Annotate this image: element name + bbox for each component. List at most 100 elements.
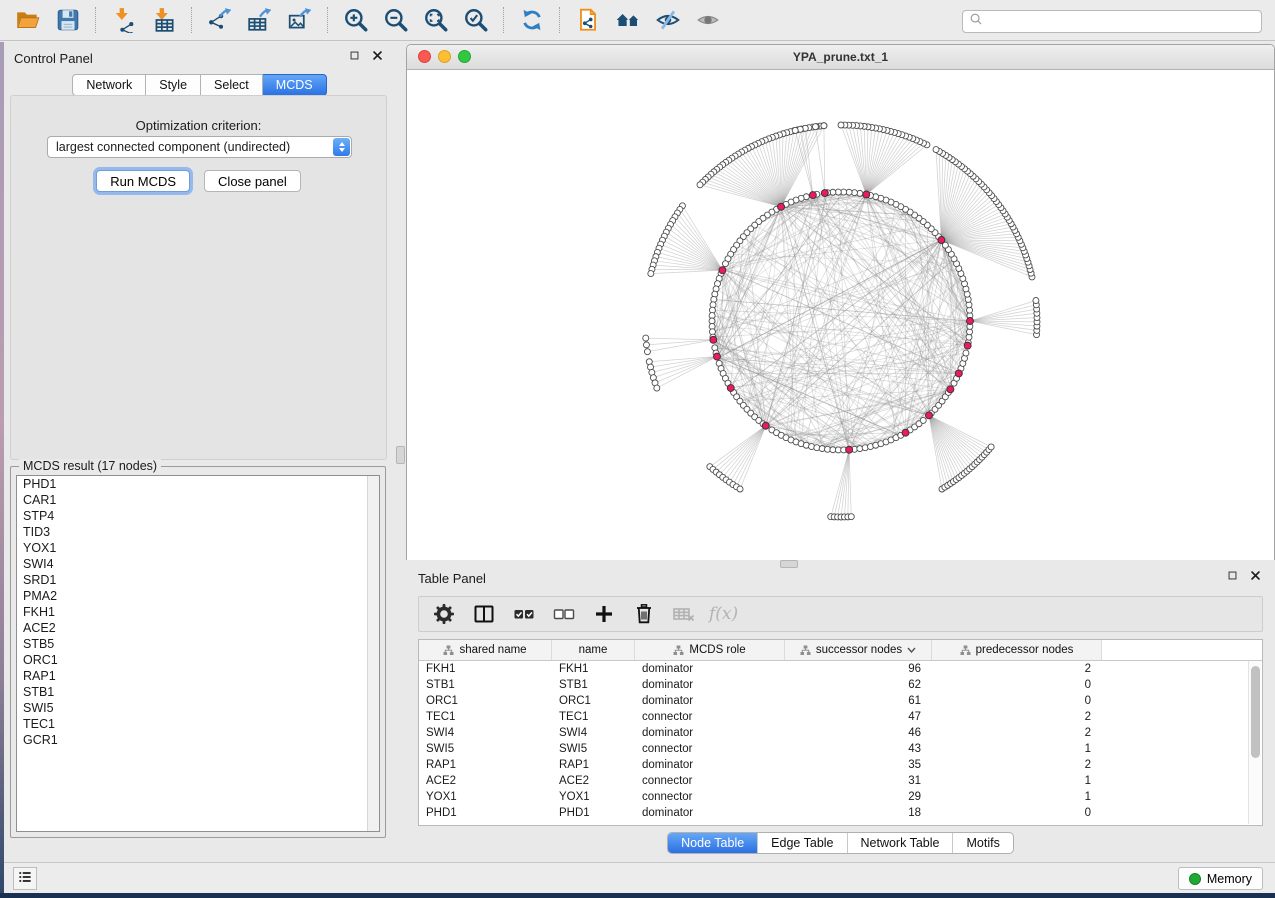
window-zoom-icon[interactable]	[458, 50, 471, 63]
toolbar-icon-groups	[10, 5, 726, 35]
mcds-result-item[interactable]: ACE2	[17, 620, 379, 636]
control-panel: Control Panel NetworkStyleSelectMCDS Opt…	[4, 42, 395, 862]
criterion-selected-value: largest connected component (undirected)	[48, 140, 333, 154]
search-input[interactable]	[985, 14, 1256, 30]
mcds-result-item[interactable]: STB1	[17, 684, 379, 700]
first-neighbors-button[interactable]	[610, 5, 646, 35]
table-settings-button[interactable]	[429, 600, 459, 628]
cell-MCDS-role: dominator	[635, 759, 785, 771]
mcds-result-item[interactable]: SWI5	[17, 700, 379, 716]
column-header-shared-name[interactable]: shared name	[419, 640, 552, 660]
table-scrollbar-thumb[interactable]	[1251, 666, 1260, 758]
mcds-result-item[interactable]: STB5	[17, 636, 379, 652]
hide-selection-button[interactable]	[650, 5, 686, 35]
mcds-result-item[interactable]: YOX1	[17, 540, 379, 556]
import-network-button[interactable]	[106, 5, 142, 35]
mcds-result-item[interactable]: PMA2	[17, 588, 379, 604]
list-glyph	[16, 868, 34, 886]
mcds-result-item[interactable]: FKH1	[17, 604, 379, 620]
table-row[interactable]: ORC1ORC1dominator610	[419, 693, 1262, 709]
table-scrollbar[interactable]	[1248, 661, 1261, 824]
tab-mcds[interactable]: MCDS	[263, 74, 327, 96]
show-all-button[interactable]	[690, 5, 726, 35]
vertical-splitter-handle[interactable]	[396, 446, 405, 464]
search-box[interactable]	[962, 10, 1262, 33]
tab-node-table[interactable]: Node Table	[668, 833, 757, 853]
mcds-list-scrollbar[interactable]	[367, 476, 379, 831]
mcds-result-item[interactable]: RAP1	[17, 668, 379, 684]
deselect-all-rows-button[interactable]	[549, 600, 579, 628]
mcds-result-item[interactable]: PHD1	[17, 476, 379, 492]
tab-network-table[interactable]: Network Table	[847, 833, 953, 853]
task-history-button[interactable]	[13, 867, 37, 890]
table-row[interactable]: SWI4SWI4dominator462	[419, 725, 1262, 741]
export-image-button[interactable]	[282, 5, 318, 35]
column-header-predecessor-nodes[interactable]: predecessor nodes	[932, 640, 1102, 660]
table-row[interactable]: YOX1YOX1connector291	[419, 789, 1262, 805]
table-row[interactable]: SWI5SWI5connector431	[419, 741, 1262, 757]
zoom-in-button[interactable]	[338, 5, 374, 35]
tab-network[interactable]: Network	[72, 74, 146, 96]
memory-button[interactable]: Memory	[1178, 867, 1263, 890]
new-network-from-selection-button[interactable]	[570, 5, 606, 35]
column-header-name[interactable]: name	[552, 640, 635, 660]
mcds-result-item[interactable]: TEC1	[17, 716, 379, 732]
mcds-result-list[interactable]: PHD1CAR1STP4TID3YOX1SWI4SRD1PMA2FKH1ACE2…	[16, 475, 380, 832]
column-header-MCDS-role[interactable]: MCDS role	[635, 640, 785, 660]
cell-shared-name: ORC1	[419, 695, 552, 707]
delete-column-button[interactable]	[629, 600, 659, 628]
close-panel-button[interactable]: Close panel	[204, 170, 301, 192]
cell-name: TEC1	[552, 711, 635, 723]
open-file-button[interactable]	[10, 5, 46, 35]
criterion-select[interactable]: largest connected component (undirected)	[47, 136, 352, 158]
tab-edge-table[interactable]: Edge Table	[757, 833, 846, 853]
window-close-icon[interactable]	[418, 50, 431, 63]
add-column-button[interactable]	[589, 600, 619, 628]
table-row[interactable]: RAP1RAP1dominator352	[419, 757, 1262, 773]
zoom-selected-button[interactable]	[458, 5, 494, 35]
table-row[interactable]: STB1STB1dominator620	[419, 677, 1262, 693]
table-row[interactable]: PHD1PHD1dominator180	[419, 805, 1262, 821]
export-network-button[interactable]	[202, 5, 238, 35]
mcds-result-item[interactable]: ORC1	[17, 652, 379, 668]
float-panel-icon[interactable]	[347, 48, 362, 68]
delete-table-button[interactable]	[669, 600, 699, 628]
mcds-result-item[interactable]: CAR1	[17, 492, 379, 508]
tab-select[interactable]: Select	[201, 74, 263, 96]
refresh-layout-icon	[519, 7, 545, 33]
run-mcds-button[interactable]: Run MCDS	[96, 170, 190, 192]
close-table-panel-icon[interactable]	[1248, 568, 1263, 588]
table-row[interactable]: FKH1FKH1dominator962	[419, 661, 1262, 677]
export-table-button[interactable]	[242, 5, 278, 35]
float-table-panel-icon[interactable]	[1225, 568, 1240, 588]
table-row[interactable]: ACE2ACE2connector311	[419, 773, 1262, 789]
import-table-button[interactable]	[146, 5, 182, 35]
tab-style[interactable]: Style	[146, 74, 201, 96]
cell-name: FKH1	[552, 663, 635, 675]
column-header-successor-nodes[interactable]: successor nodes	[785, 640, 932, 660]
mcds-result-item[interactable]: SWI4	[17, 556, 379, 572]
mcds-panel: Optimization criterion: largest connecte…	[10, 95, 387, 460]
network-canvas[interactable]	[407, 70, 1274, 560]
network-window: YPA_prune.txt_1	[406, 44, 1275, 560]
mcds-result-item[interactable]: STP4	[17, 508, 379, 524]
show-column-panel-button[interactable]	[469, 600, 499, 628]
table-row[interactable]: TEC1TEC1connector472	[419, 709, 1262, 725]
window-minimize-icon[interactable]	[438, 50, 451, 63]
main-toolbar	[0, 0, 1275, 41]
mcds-result-title: MCDS result (17 nodes)	[19, 459, 161, 473]
import-network-icon	[111, 7, 137, 33]
zoom-out-button[interactable]	[378, 5, 414, 35]
zoom-fit-button[interactable]	[418, 5, 454, 35]
mcds-result-item[interactable]: GCR1	[17, 732, 379, 748]
show-column-panel-icon	[472, 602, 496, 626]
mcds-result-item[interactable]: SRD1	[17, 572, 379, 588]
network-graph[interactable]	[407, 70, 1274, 560]
select-all-rows-button[interactable]	[509, 600, 539, 628]
close-panel-icon[interactable]	[370, 48, 385, 68]
refresh-layout-button[interactable]	[514, 5, 550, 35]
save-session-button[interactable]	[50, 5, 86, 35]
table-panel: Table Panel f(x) shared namenameMCDS rol…	[406, 566, 1275, 862]
mcds-result-item[interactable]: TID3	[17, 524, 379, 540]
tab-motifs[interactable]: Motifs	[952, 833, 1012, 853]
